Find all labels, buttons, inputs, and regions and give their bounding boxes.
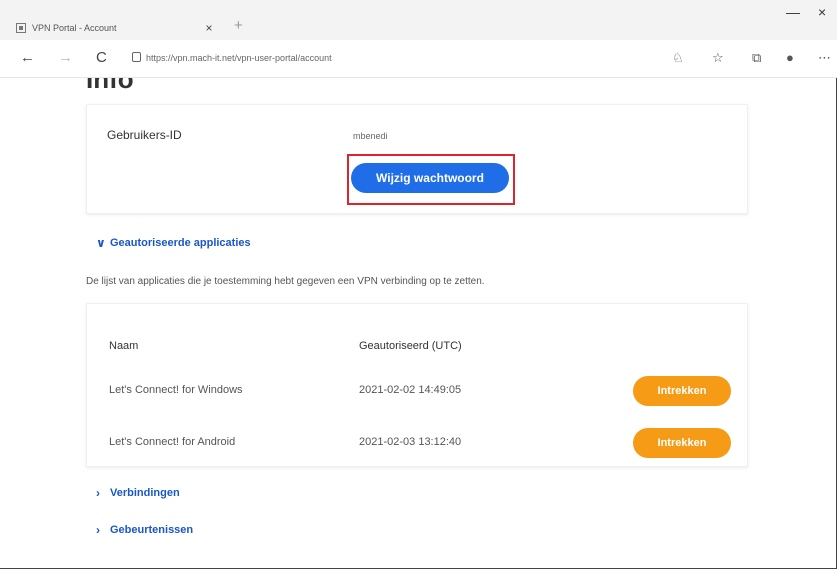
more-icon[interactable]: ⋯ [818,50,831,66]
events-toggle[interactable]: › Gebeurtenissen [96,523,193,537]
tab-title: VPN Portal - Account [32,23,117,33]
browser-toolbar: ← → C https://vpn.mach-it.net/vpn-user-p… [0,40,837,78]
column-header-authorized: Geautoriseerd (UTC) [359,340,462,352]
chevron-right-icon: › [96,523,100,537]
user-id-value: mbenedi [353,131,388,141]
user-id-label: Gebruikers-ID [107,128,182,142]
new-tab-icon[interactable]: + [234,17,243,34]
browser-window: VPN Portal - Account × + — × ← → C https… [0,0,837,569]
forward-icon[interactable]: → [58,49,73,67]
page-content: Info Gebruikers-ID mbenedi Wijzig wachtw… [0,78,835,568]
address-bar[interactable]: https://vpn.mach-it.net/vpn-user-portal/… [146,49,446,67]
user-card: Gebruikers-ID mbenedi Wijzig wachtwoord [86,104,748,214]
read-aloud-icon[interactable]: ♘ [672,50,684,66]
events-label: Gebeurtenissen [110,524,194,536]
tab-close-icon[interactable]: × [202,21,216,35]
apps-description: De lijst van applicaties die je toestemm… [86,276,485,287]
tab-strip: VPN Portal - Account × + — × [0,0,837,40]
revoke-button[interactable]: Intrekken [633,376,731,406]
app-date: 2021-02-02 14:49:05 [359,384,462,396]
page-favicon-icon [16,23,26,33]
chevron-down-icon: ∨ [96,236,106,250]
connections-label: Verbindingen [110,487,180,499]
lock-icon [132,52,141,62]
chevron-right-icon: › [96,486,100,500]
change-password-button[interactable]: Wijzig wachtwoord [351,163,509,193]
connections-toggle[interactable]: › Verbindingen [96,486,180,500]
app-name: Let's Connect! for Android [109,436,236,448]
back-icon[interactable]: ← [20,49,35,67]
close-window-icon[interactable]: × [818,4,826,20]
favorites-icon[interactable]: ☆ [712,50,724,66]
app-name: Let's Connect! for Windows [109,384,243,396]
browser-tab[interactable]: VPN Portal - Account × [16,16,216,40]
reload-icon[interactable]: C [96,49,107,67]
app-date: 2021-02-03 13:12:40 [359,436,462,448]
minimize-icon[interactable]: — [786,4,800,20]
page-heading: Info [86,78,134,94]
apps-table-card: Naam Geautoriseerd (UTC) Let's Connect! … [86,303,748,467]
authorized-apps-label: Geautoriseerde applicaties [110,237,251,249]
authorized-apps-toggle[interactable]: ∨ Geautoriseerde applicaties [96,236,251,250]
revoke-button[interactable]: Intrekken [633,428,731,458]
collections-icon[interactable]: ⧉ [752,50,761,66]
column-header-name: Naam [109,340,139,352]
profile-icon[interactable]: ● [786,50,794,65]
